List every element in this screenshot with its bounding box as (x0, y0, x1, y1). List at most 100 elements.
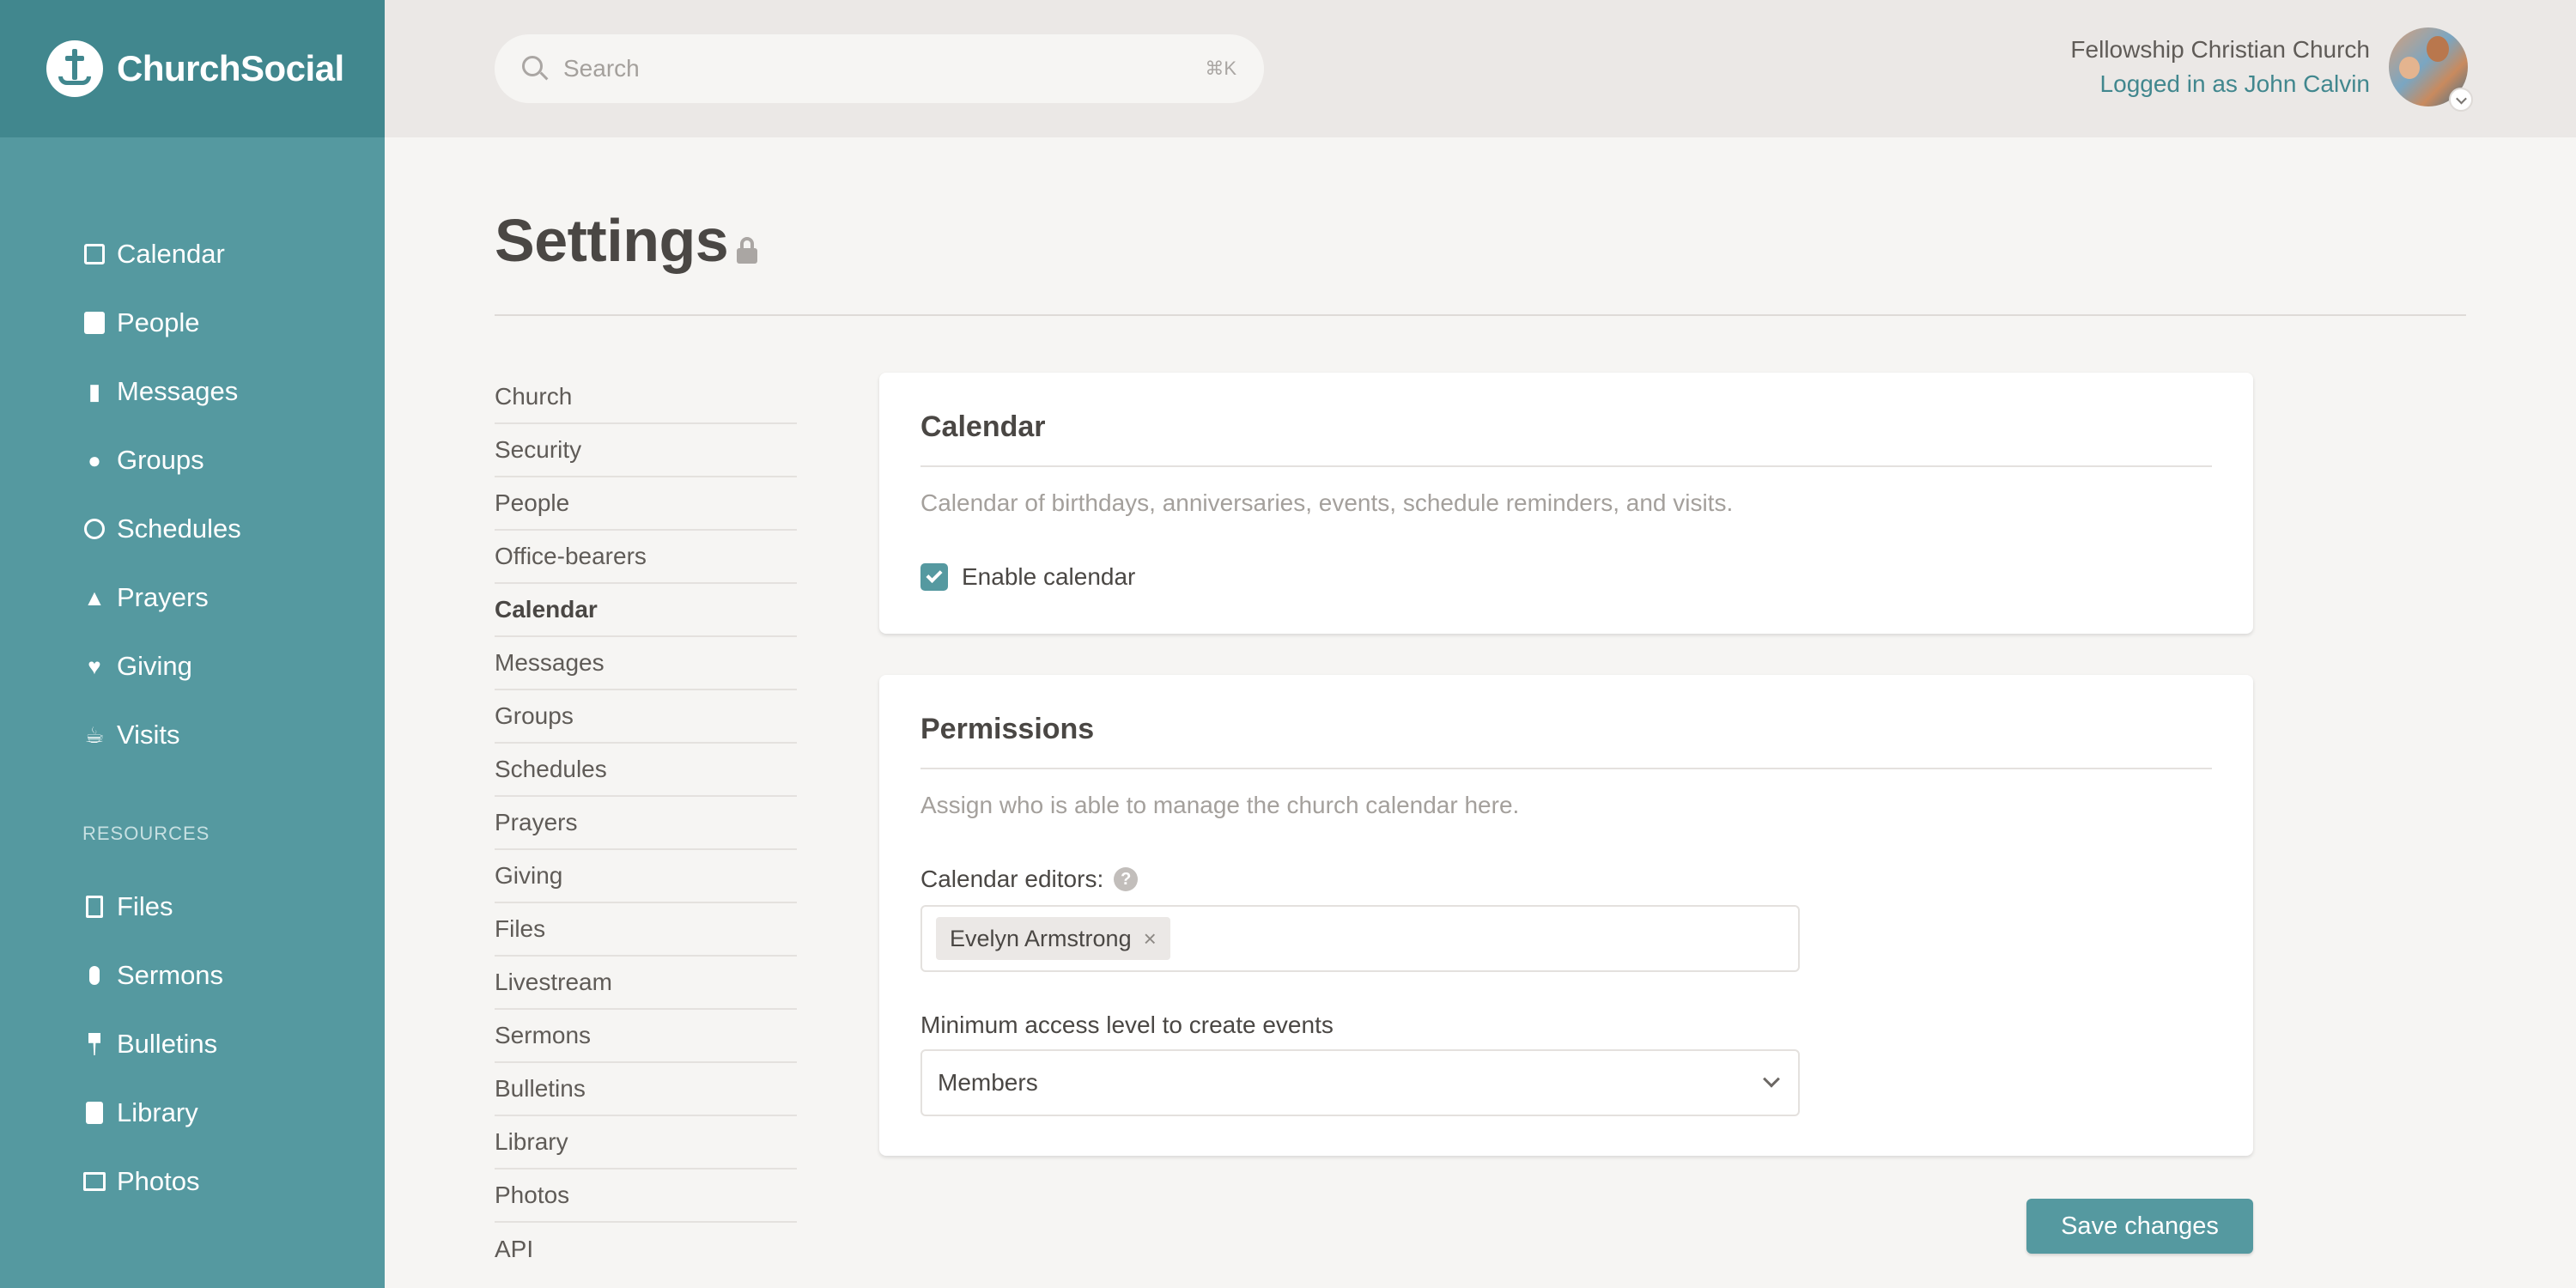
sidebar-item-label: Prayers (117, 582, 209, 612)
sidebar-item-giving[interactable]: ♥ Giving (0, 632, 385, 701)
title-divider (495, 314, 2466, 316)
sidebar-item-label: Groups (117, 445, 204, 475)
lock-icon (735, 237, 759, 264)
chevron-down-icon[interactable] (2449, 88, 2473, 112)
pushpin-icon (82, 1032, 106, 1056)
card-divider (920, 768, 2212, 769)
help-icon[interactable]: ? (1114, 867, 1139, 891)
brand[interactable]: ChurchSocial (0, 0, 385, 137)
heart-icon: ♥ (88, 653, 101, 679)
microphone-icon (82, 963, 106, 987)
calendar-icon (82, 242, 106, 266)
sidebar-item-files[interactable]: Files (0, 872, 385, 941)
church-name: Fellowship Christian Church (2070, 36, 2370, 63)
settings-nav-prayers[interactable]: Prayers (495, 797, 797, 850)
chevron-down-icon (1763, 1070, 1780, 1088)
file-icon (82, 895, 106, 919)
card-divider (920, 465, 2212, 467)
book-icon (82, 1101, 106, 1125)
settings-nav-office-bearers[interactable]: Office-bearers (495, 531, 797, 584)
settings-nav-files[interactable]: Files (495, 903, 797, 957)
sidebar-item-label: Calendar (117, 239, 225, 269)
search-bar[interactable]: ⌘K (495, 34, 1264, 103)
checkmark-icon (926, 566, 943, 584)
users-icon: ● (88, 447, 101, 473)
calendar-editors-input[interactable]: Evelyn Armstrong × (920, 905, 1800, 972)
sidebar-item-prayers[interactable]: ▲ Prayers (0, 563, 385, 632)
min-access-select[interactable]: Members (920, 1049, 1800, 1116)
contact-card-icon (82, 311, 106, 335)
calendar-editors-field-label: Calendar editors: ? (920, 866, 1139, 893)
settings-nav-security[interactable]: Security (495, 424, 797, 477)
page-title: Settings (495, 207, 729, 274)
search-shortcut-hint: ⌘K (1205, 58, 1236, 79)
sidebar-item-messages[interactable]: ▮ Messages (0, 357, 385, 426)
sidebar-item-label: Photos (117, 1166, 200, 1196)
sidebar-item-label: Giving (117, 651, 192, 681)
sidebar-item-people[interactable]: People (0, 289, 385, 357)
clock-icon (82, 517, 106, 541)
min-access-label: Minimum access level to create events (920, 1012, 1334, 1038)
settings-nav-groups[interactable]: Groups (495, 690, 797, 744)
sidebar-item-library[interactable]: Library (0, 1078, 385, 1147)
resources-nav: Files Sermons Bulletins Library Photos (0, 872, 385, 1216)
chat-bubbles-icon: ▮ (88, 378, 101, 404)
settings-nav-photos[interactable]: Photos (495, 1170, 797, 1223)
calendar-editors-label: Calendar editors: (920, 866, 1104, 892)
search-icon (522, 56, 549, 82)
editor-tag-label: Evelyn Armstrong (950, 925, 1132, 951)
search-input[interactable] (563, 55, 1206, 82)
sidebar-item-label: Messages (117, 376, 239, 406)
card-description: Assign who is able to manage the church … (920, 792, 1520, 818)
sidebar: ChurchSocial Calendar People ▮ Messages … (0, 0, 385, 1288)
sidebar-item-label: Bulletins (117, 1029, 218, 1059)
sidebar-item-calendar[interactable]: Calendar (0, 220, 385, 289)
settings-nav-church[interactable]: Church (495, 371, 797, 424)
enable-calendar-checkbox[interactable] (920, 563, 948, 591)
min-access-value: Members (938, 1069, 1038, 1096)
settings-nav-library[interactable]: Library (495, 1116, 797, 1170)
logged-in-user[interactable]: Logged in as John Calvin (2070, 70, 2370, 98)
account-info: Fellowship Christian Church Logged in as… (2070, 36, 2370, 98)
top-bar: ⌘K Fellowship Christian Church Logged in… (385, 0, 2576, 137)
sidebar-item-label: Schedules (117, 513, 241, 544)
brand-name: ChurchSocial (117, 48, 344, 88)
sidebar-item-label: Library (117, 1097, 198, 1127)
sidebar-item-groups[interactable]: ● Groups (0, 426, 385, 495)
settings-nav-sermons[interactable]: Sermons (495, 1010, 797, 1063)
enable-calendar-option[interactable]: Enable calendar (920, 563, 1135, 591)
enable-calendar-label: Enable calendar (962, 563, 1136, 590)
calendar-settings-card: Calendar Calendar of birthdays, annivers… (879, 373, 2253, 634)
editor-tag: Evelyn Armstrong × (936, 917, 1170, 960)
sidebar-item-schedules[interactable]: Schedules (0, 495, 385, 563)
sidebar-item-bulletins[interactable]: Bulletins (0, 1010, 385, 1078)
sidebar-nav: Calendar People ▮ Messages ● Groups Sche… (0, 220, 385, 769)
sidebar-item-label: People (117, 307, 200, 337)
card-description: Calendar of birthdays, anniversaries, ev… (920, 489, 1734, 516)
settings-nav-calendar[interactable]: Calendar (495, 584, 797, 637)
settings-nav: Church Security People Office-bearers Ca… (495, 371, 797, 1276)
card-title: Permissions (920, 713, 1095, 745)
coffee-cup-icon: ☕ (84, 721, 105, 748)
settings-nav-messages[interactable]: Messages (495, 637, 797, 690)
card-title: Calendar (920, 410, 1046, 443)
praying-hands-icon: ▲ (83, 584, 106, 611)
settings-nav-giving[interactable]: Giving (495, 850, 797, 903)
close-icon[interactable]: × (1144, 926, 1157, 952)
settings-nav-schedules[interactable]: Schedules (495, 744, 797, 797)
sidebar-item-visits[interactable]: ☕ Visits (0, 701, 385, 769)
settings-nav-api[interactable]: API (495, 1223, 797, 1276)
cross-logo-icon (46, 40, 103, 97)
save-changes-button[interactable]: Save changes (2026, 1199, 2253, 1254)
permissions-card: Permissions Assign who is able to manage… (879, 675, 2253, 1156)
resources-heading: RESOURCES (82, 823, 210, 844)
sidebar-item-label: Visits (117, 720, 180, 750)
settings-nav-livestream[interactable]: Livestream (495, 957, 797, 1010)
settings-nav-bulletins[interactable]: Bulletins (495, 1063, 797, 1116)
sidebar-item-sermons[interactable]: Sermons (0, 941, 385, 1010)
sidebar-item-photos[interactable]: Photos (0, 1147, 385, 1216)
sidebar-item-label: Files (117, 891, 173, 921)
image-icon (82, 1170, 106, 1194)
settings-nav-people[interactable]: People (495, 477, 797, 531)
sidebar-item-label: Sermons (117, 960, 224, 990)
